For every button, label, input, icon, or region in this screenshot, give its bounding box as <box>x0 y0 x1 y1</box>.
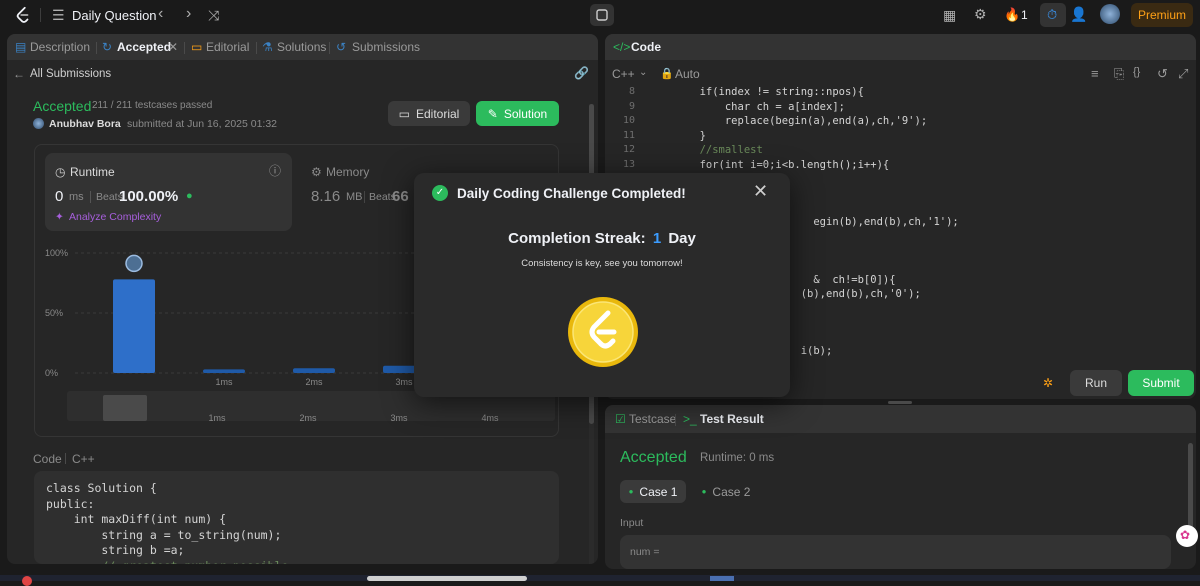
modal-overlay: ✓ Daily Coding Challenge Completed! ✕ Co… <box>0 0 1200 581</box>
check-circle-icon: ✓ <box>432 185 448 201</box>
gold-coin-icon <box>568 297 638 367</box>
streak-label: Completion Streak: <box>508 230 646 247</box>
close-icon[interactable]: ✕ <box>753 181 768 202</box>
streak-unit: Day <box>668 230 696 247</box>
streak-value: 1 <box>652 230 662 247</box>
modal-title: Daily Coding Challenge Completed! <box>457 186 686 201</box>
daily-challenge-modal: ✓ Daily Coding Challenge Completed! ✕ Co… <box>414 173 790 397</box>
modal-subtitle: Consistency is key, see you tomorrow! <box>521 258 683 269</box>
streak-line: Completion Streak: 1 Day <box>414 230 790 247</box>
